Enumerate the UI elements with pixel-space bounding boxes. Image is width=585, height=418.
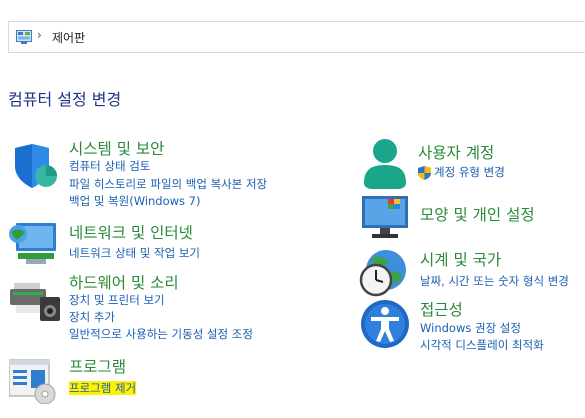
programs-icon[interactable] <box>9 358 59 404</box>
control-panel-icon <box>16 30 32 44</box>
category-programs[interactable]: 프로그램 <box>69 355 126 377</box>
page-title: 컴퓨터 설정 변경 <box>8 90 122 109</box>
category-hardware-sound[interactable]: 하드웨어 및 소리 <box>69 271 179 293</box>
category-clock-region[interactable]: 시계 및 국가 <box>420 248 501 270</box>
breadcrumb-chevron-icon[interactable]: › <box>37 28 42 42</box>
network-monitor-icon[interactable] <box>8 220 58 266</box>
shield-icon[interactable] <box>10 142 58 190</box>
breadcrumb-control-panel[interactable]: 제어판 <box>52 29 85 46</box>
user-icon[interactable] <box>362 137 408 189</box>
category-ease-of-access[interactable]: 접근성 <box>420 298 463 320</box>
accessibility-icon[interactable] <box>360 299 410 349</box>
category-user-accounts[interactable]: 사용자 계정 <box>418 141 494 163</box>
highlighted-link-text[interactable]: 프로그램 제거 <box>69 381 137 395</box>
link-windows-recommended-settings[interactable]: Windows 권장 설정 <box>420 320 521 336</box>
link-date-time-number-format[interactable]: 날짜, 시간 또는 숫자 형식 변경 <box>420 273 569 289</box>
printer-speaker-icon[interactable] <box>10 279 60 321</box>
category-system-security[interactable]: 시스템 및 보안 <box>69 137 164 159</box>
link-devices-printers[interactable]: 장치 및 프린터 보기 <box>69 292 165 308</box>
display-icon[interactable] <box>360 194 410 240</box>
link-uninstall-program[interactable]: 프로그램 제거 <box>69 380 137 396</box>
category-appearance-personalization[interactable]: 모양 및 개인 설정 <box>420 203 535 225</box>
uac-shield-icon <box>418 166 431 180</box>
link-mobility-settings[interactable]: 일반적으로 사용하는 기동성 설정 조정 <box>69 326 253 342</box>
link-optimize-visual-display[interactable]: 시각적 디스플레이 최적화 <box>420 337 544 353</box>
category-network-internet[interactable]: 네트워크 및 인터넷 <box>69 221 193 243</box>
link-review-computer-status[interactable]: 컴퓨터 상태 검토 <box>69 158 150 174</box>
link-add-device[interactable]: 장치 추가 <box>69 309 115 325</box>
link-network-status-tasks[interactable]: 네트워크 상태 및 작업 보기 <box>69 245 200 261</box>
link-change-account-type[interactable]: 계정 유형 변경 <box>434 164 505 180</box>
clock-globe-icon[interactable] <box>358 248 410 298</box>
link-file-history-backup[interactable]: 파일 히스토리로 파일의 백업 복사본 저장 <box>69 176 267 192</box>
link-backup-restore-win7[interactable]: 백업 및 복원(Windows 7) <box>69 193 201 209</box>
address-bar[interactable]: › 제어판 <box>8 21 585 53</box>
